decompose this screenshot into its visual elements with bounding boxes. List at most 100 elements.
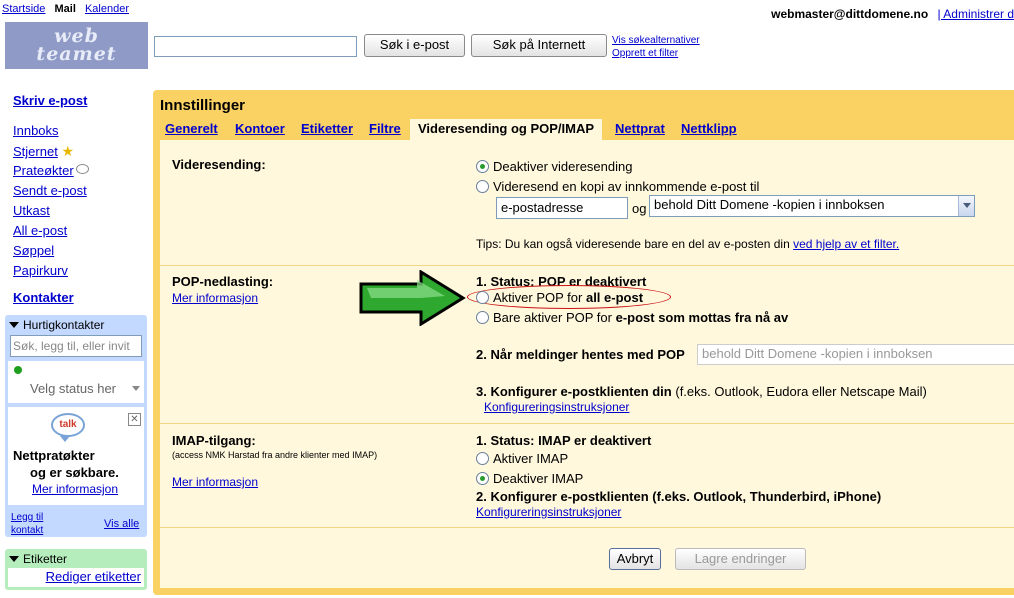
forwarding-enable-option[interactable]: Videresend en kopi av innkommende e-post… xyxy=(476,179,759,194)
talk-more-info-link[interactable]: Mer informasjon xyxy=(32,482,118,496)
pop-label: POP-nedlasting: xyxy=(172,274,274,289)
search-mail-button[interactable]: Søk i e-post xyxy=(364,34,465,57)
compose-link[interactable]: Skriv e-post xyxy=(13,93,87,108)
tab-web-clips[interactable]: Nettklipp xyxy=(681,119,737,139)
talk-promo: talk ✕ Nettpratøkter og er søkbare. Mer … xyxy=(8,407,144,505)
pop-new-label: Bare aktiver POP for xyxy=(493,310,616,325)
forwarding-disable-option[interactable]: Deaktiver videresending xyxy=(476,159,632,174)
quick-contacts-header[interactable]: Hurtigkontakter xyxy=(9,318,104,332)
pop-action-value: behold Ditt Domene -kopien i innboksen xyxy=(702,346,933,361)
chat-bubble-icon xyxy=(75,164,89,174)
imap-disable-option[interactable]: Deaktiver IMAP xyxy=(476,471,583,486)
pop-config-instructions-link[interactable]: Konfigureringsinstruksjoner xyxy=(484,400,629,414)
pop-all-option[interactable]: Aktiver POP for all e-post xyxy=(476,290,643,305)
pop-step3: 3. Konfigurer e-postklienten din (f.eks.… xyxy=(476,384,927,399)
mail-nav: Innboks Stjernet ★ Prateøkter Sendt e-po… xyxy=(13,121,89,281)
sidebar-item-trash[interactable]: Papirkurv xyxy=(13,263,68,278)
labels-edit-area: Rediger etiketter xyxy=(8,568,144,587)
top-nav: Startside Mail Kalender xyxy=(2,3,135,15)
sidebar-item-starred[interactable]: Stjernet xyxy=(13,144,58,159)
sidebar-item-drafts[interactable]: Utkast xyxy=(13,203,50,218)
imap-enable-option[interactable]: Aktiver IMAP xyxy=(476,451,568,466)
sidebar-item-all-mail[interactable]: All e-post xyxy=(13,223,67,238)
contacts-link[interactable]: Kontakter xyxy=(13,290,74,305)
sidebar-item-spam[interactable]: Søppel xyxy=(13,243,54,258)
cancel-button[interactable]: Avbryt xyxy=(609,548,661,570)
nav-mail-current: Mail xyxy=(54,3,76,15)
tab-labels[interactable]: Etiketter xyxy=(301,119,353,139)
logo[interactable]: web teamet xyxy=(5,22,148,69)
status-select[interactable]: Velg status her xyxy=(30,381,116,396)
radio-selected[interactable] xyxy=(476,472,489,485)
tab-filters[interactable]: Filtre xyxy=(369,119,401,139)
imap-more-info-link[interactable]: Mer informasjon xyxy=(172,475,258,489)
sidebar-item-sent[interactable]: Sendt e-post xyxy=(13,183,87,198)
forwarding-enable-label: Videresend en kopi av innkommende e-post… xyxy=(493,179,760,194)
radio-unselected[interactable] xyxy=(476,180,489,193)
page-title: Innstillinger xyxy=(160,97,246,114)
pop-step3-suffix: (f.eks. Outlook, Eudora eller Netscape M… xyxy=(671,384,927,399)
talk-line-1: Nettpratøkter xyxy=(13,448,95,463)
account-bar: webmaster@dittdomene.no | Administrer d xyxy=(771,7,1014,21)
forwarding-label: Videresending: xyxy=(172,157,266,172)
chevron-down-icon[interactable] xyxy=(958,196,974,216)
pop-all-label: Aktiver POP for xyxy=(493,290,586,305)
quick-contacts-search-input[interactable]: Søk, legg til, eller invit xyxy=(10,335,142,357)
add-contact-line-2: kontakt xyxy=(11,525,44,536)
save-changes-button[interactable]: Lagre endringer xyxy=(675,548,806,570)
imap-section: IMAP-tilgang: (access NMK Harstad fra an… xyxy=(160,425,1014,528)
show-search-options-link[interactable]: Vis søkealternativer xyxy=(612,34,700,47)
labels-panel: Etiketter Rediger etiketter xyxy=(5,549,147,590)
radio-selected[interactable] xyxy=(476,160,489,173)
tab-chat[interactable]: Nettprat xyxy=(615,119,665,139)
pop-new-option[interactable]: Bare aktiver POP for e-post som mottas f… xyxy=(476,310,788,325)
tab-accounts[interactable]: Kontoer xyxy=(235,119,285,139)
talk-icon-tail xyxy=(60,436,70,442)
labels-header[interactable]: Etiketter xyxy=(9,552,67,566)
nav-start-link[interactable]: Startside xyxy=(2,3,45,15)
tab-forwarding-pop-imap[interactable]: Videresending og POP/IMAP xyxy=(410,119,603,141)
collapse-triangle-icon xyxy=(9,322,19,328)
labels-title: Etiketter xyxy=(23,552,68,566)
sidebar-item-inbox[interactable]: Innboks xyxy=(13,123,59,138)
logo-line-2: teamet xyxy=(36,43,117,65)
forwarding-section: Videresending: Deaktiver videresending V… xyxy=(160,140,1014,266)
collapse-triangle-icon xyxy=(9,556,19,562)
imap-label: IMAP-tilgang: xyxy=(172,433,256,448)
search-links: Vis søkealternativer Opprett et filter xyxy=(612,34,700,60)
radio-unselected[interactable] xyxy=(476,452,489,465)
filter-help-link[interactable]: ved hjelp av et filter. xyxy=(793,237,899,251)
forwarding-disable-label: Deaktiver videresending xyxy=(493,159,633,174)
admin-link[interactable]: | Administrer d xyxy=(938,7,1014,21)
pop-new-bold: e-post som mottas fra nå av xyxy=(615,310,789,325)
settings-content: Videresending: Deaktiver videresending V… xyxy=(160,140,1014,588)
edit-labels-link[interactable]: Rediger etiketter xyxy=(46,569,141,584)
pop-action-select: behold Ditt Domene -kopien i innboksen xyxy=(697,344,1014,365)
search-input[interactable] xyxy=(154,36,357,57)
talk-icon: talk xyxy=(51,413,85,437)
see-all-contacts-link[interactable]: Vis alle xyxy=(104,518,139,530)
green-arrow-annotation xyxy=(359,270,466,326)
add-contact-link[interactable]: Legg til kontakt xyxy=(11,511,43,537)
pop-more-info-link[interactable]: Mer informasjon xyxy=(172,291,258,305)
imap-disable-label: Deaktiver IMAP xyxy=(493,471,584,486)
chevron-down-icon[interactable] xyxy=(132,386,140,391)
forwarding-tip: Tips: Du kan også videresende bare en de… xyxy=(476,237,899,251)
forward-address-input[interactable]: e-postadresse xyxy=(496,197,628,219)
close-icon[interactable]: ✕ xyxy=(128,413,141,426)
pop-section: POP-nedlasting: Mer informasjon 1. Statu… xyxy=(160,267,1014,424)
nav-calendar-link[interactable]: Kalender xyxy=(85,3,129,15)
forward-and-text: og xyxy=(632,201,647,216)
imap-config-instructions-link[interactable]: Konfigureringsinstruksjoner xyxy=(476,505,621,519)
search-web-button[interactable]: Søk på Internett xyxy=(471,34,607,57)
forward-keep-select[interactable]: behold Ditt Domene -kopien i innboksen xyxy=(649,195,975,217)
create-filter-link[interactable]: Opprett et filter xyxy=(612,47,700,60)
add-contact-line-1: Legg til xyxy=(11,512,44,523)
tab-general[interactable]: Generelt xyxy=(165,119,218,139)
online-status-icon xyxy=(14,366,22,374)
forward-keep-value: behold Ditt Domene -kopien i innboksen xyxy=(654,197,885,212)
sidebar-item-chats[interactable]: Prateøkter xyxy=(13,163,74,178)
pop-all-bold: all e-post xyxy=(585,290,644,305)
radio-unselected[interactable] xyxy=(476,311,489,324)
radio-unselected[interactable] xyxy=(476,291,489,304)
